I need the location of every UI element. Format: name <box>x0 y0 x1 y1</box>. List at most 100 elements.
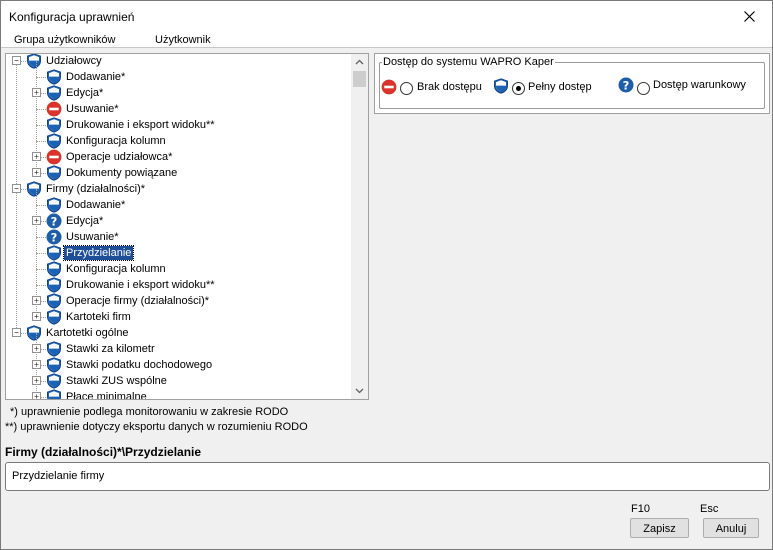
tree-item-label[interactable]: Kartoteki firm <box>64 310 133 324</box>
shield-icon <box>46 133 62 149</box>
tree-item-label[interactable]: Edycja* <box>64 214 105 228</box>
tree-item-label[interactable]: Kartotetki ogólne <box>44 326 131 340</box>
tree-connector <box>37 285 46 286</box>
expand-toggle[interactable]: + <box>32 312 41 321</box>
tree-item-label[interactable]: Usuwanie* <box>64 230 121 244</box>
deny-icon <box>46 149 62 165</box>
plus-icon: + <box>34 312 39 321</box>
tree-item-row[interactable]: Konfiguracja kolumn <box>6 253 351 277</box>
tree-connector <box>36 221 37 237</box>
tree-item-row[interactable]: Konfiguracja kolumn <box>6 125 351 149</box>
tree-item-label[interactable]: Firmy (działalności)* <box>44 182 147 196</box>
tree-item-row[interactable]: + Stawki za kilometr <box>6 333 351 357</box>
option-no-access-label: Brak dostępu <box>417 81 482 93</box>
tree-item-row[interactable]: + Operacje firmy (działalności)* <box>6 285 351 309</box>
tree-item-row[interactable]: + Edycja* <box>6 77 351 101</box>
save-button[interactable]: Zapisz <box>630 518 689 538</box>
expand-toggle[interactable]: + <box>32 392 41 400</box>
permissions-tree[interactable]: − Udziałowcy Dodawanie* + Edycja* Usuwanie* Dr… <box>5 53 369 400</box>
shield-icon <box>46 341 62 357</box>
question-icon: ? <box>46 229 62 245</box>
tree-item-row[interactable]: + Stawki podatku dochodowego <box>6 349 351 373</box>
minus-icon: − <box>14 56 19 65</box>
plus-icon: + <box>34 392 39 400</box>
tree-item-label[interactable]: Przydzielanie <box>62 245 135 261</box>
radio-conditional-access[interactable] <box>637 82 650 95</box>
access-panel: Dostęp do systemu WAPRO Kaper Brak dostę… <box>374 53 770 114</box>
scroll-up-button[interactable] <box>351 54 368 70</box>
tree-connector <box>36 93 37 109</box>
tree-item-label[interactable]: Drukowanie i eksport widoku** <box>64 118 217 132</box>
tree-group-row[interactable]: − Firmy (działalności)* <box>6 181 351 197</box>
tree-item-label[interactable]: Konfiguracja kolumn <box>64 262 168 276</box>
tree-connector <box>36 61 37 77</box>
title-bar[interactable]: Konfiguracja uprawnień <box>1 1 772 32</box>
tab-strip: Grupa użytkowników Użytkownik <box>1 32 772 48</box>
tree-item-row[interactable]: ? Usuwanie* <box>6 221 351 245</box>
scroll-thumb[interactable] <box>353 71 366 87</box>
tree-connector <box>36 109 37 125</box>
tree-item-label[interactable]: Drukowanie i eksport widoku** <box>64 278 217 292</box>
tree-connector <box>37 109 46 110</box>
tree-item-label[interactable]: Operacje udziałowca* <box>64 150 174 164</box>
tree-item-label[interactable]: Konfiguracja kolumn <box>64 134 168 148</box>
tree-scrollbar[interactable] <box>351 54 368 399</box>
shield-icon <box>46 165 62 181</box>
cancel-button[interactable]: Anuluj <box>703 518 759 538</box>
deny-icon <box>46 101 62 117</box>
tree-item-row[interactable]: + Stawki ZUS wspólne <box>6 365 351 389</box>
shield-icon <box>46 309 62 325</box>
tree-item-row[interactable]: + Kartoteki firm <box>6 301 351 325</box>
tree-connector <box>36 269 37 285</box>
tree-item-row[interactable]: + Dokumenty powiązane <box>6 157 351 181</box>
tree-item-label[interactable]: Dodawanie* <box>64 70 127 84</box>
collapse-toggle[interactable]: − <box>12 56 21 65</box>
tree-item-label[interactable]: Operacje firmy (działalności)* <box>64 294 211 308</box>
tree-item-label[interactable]: Płace minimalne <box>64 390 149 399</box>
collapse-toggle[interactable]: − <box>12 328 21 337</box>
tree-connector <box>36 253 37 269</box>
tree-item-row[interactable]: Drukowanie i eksport widoku** <box>6 269 351 293</box>
tree-item-row[interactable]: Usuwanie* <box>6 93 351 117</box>
tree-group-row[interactable]: − Kartotetki ogólne <box>6 325 351 341</box>
tree-item-row[interactable]: + Płace minimalne <box>6 381 351 400</box>
tree-item-label[interactable]: Dokumenty powiązane <box>64 166 179 180</box>
shield-icon <box>493 78 509 94</box>
tree-item-label[interactable]: Stawki ZUS wspólne <box>64 374 169 388</box>
plus-icon: + <box>34 168 39 177</box>
tree-item-label[interactable]: Stawki podatku dochodowego <box>64 358 214 372</box>
tree-connector <box>37 141 46 142</box>
tree-item-label[interactable]: Udziałowcy <box>44 54 104 68</box>
option-conditional-access-label: Dostęp warunkowy <box>653 79 746 91</box>
shield-icon <box>46 69 62 85</box>
collapse-toggle[interactable]: − <box>12 184 21 193</box>
rodo-export-note: **) uprawnienie dotyczy eksportu danych … <box>5 421 308 433</box>
tree-connector <box>37 237 46 238</box>
tree-connector <box>37 125 46 126</box>
shield-icon <box>46 293 62 309</box>
permissions-dialog: Konfiguracja uprawnień Grupa użytkownikó… <box>0 0 773 550</box>
shield-icon <box>46 277 62 293</box>
radio-full-access[interactable] <box>512 82 525 95</box>
tree-item-row[interactable]: Dodawanie* <box>6 61 351 85</box>
tree-item-label[interactable]: Edycja* <box>64 86 105 100</box>
tree-connector <box>36 125 37 141</box>
expand-toggle[interactable]: + <box>32 168 41 177</box>
tree-item-label[interactable]: Stawki za kilometr <box>64 342 157 356</box>
tab-user-group[interactable]: Grupa użytkowników <box>14 34 116 46</box>
tab-user[interactable]: Użytkownik <box>155 34 211 46</box>
radio-no-access[interactable] <box>400 82 413 95</box>
tree-group-row[interactable]: − Udziałowcy <box>6 54 351 69</box>
close-button[interactable] <box>726 1 772 32</box>
tree-item-row[interactable]: Przydzielanie <box>6 237 351 261</box>
tree-item-row[interactable]: + Operacje udziałowca* <box>6 141 351 165</box>
tree-item-row[interactable]: +? Edycja* <box>6 205 351 229</box>
scroll-down-button[interactable] <box>351 383 368 399</box>
tree-item-label[interactable]: Usuwanie* <box>64 102 121 116</box>
permission-description: Przydzielanie firmy <box>5 462 770 491</box>
tree-item-row[interactable]: Drukowanie i eksport widoku** <box>6 109 351 133</box>
tree-item-row[interactable]: Dodawanie* <box>6 189 351 213</box>
tree-item-label[interactable]: Dodawanie* <box>64 198 127 212</box>
shield-icon <box>46 357 62 373</box>
selected-path: Firmy (działalności)*\Przydzielanie <box>5 445 202 459</box>
